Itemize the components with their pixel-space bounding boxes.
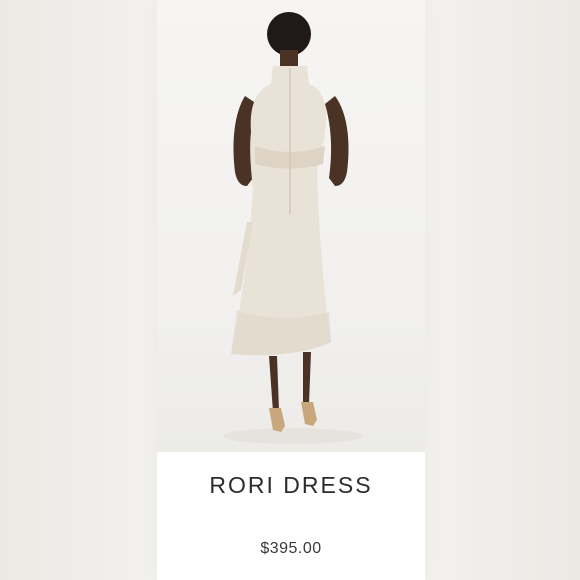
dress-model-illustration <box>223 12 363 444</box>
floor-shadow <box>223 428 363 444</box>
product-title[interactable]: RORI DRESS <box>157 472 425 499</box>
right-background-blur <box>425 0 580 580</box>
left-background-blur <box>0 0 157 580</box>
product-image[interactable] <box>157 0 425 452</box>
right-leg <box>303 352 311 406</box>
hair <box>267 12 311 56</box>
left-leg <box>269 356 279 412</box>
right-arm <box>325 96 349 186</box>
product-price: $395.00 <box>260 540 322 557</box>
product-listing-page: RORI DRESS $395.00 <box>0 0 580 580</box>
right-heel <box>301 402 317 426</box>
product-card[interactable]: RORI DRESS $395.00 <box>157 0 425 580</box>
